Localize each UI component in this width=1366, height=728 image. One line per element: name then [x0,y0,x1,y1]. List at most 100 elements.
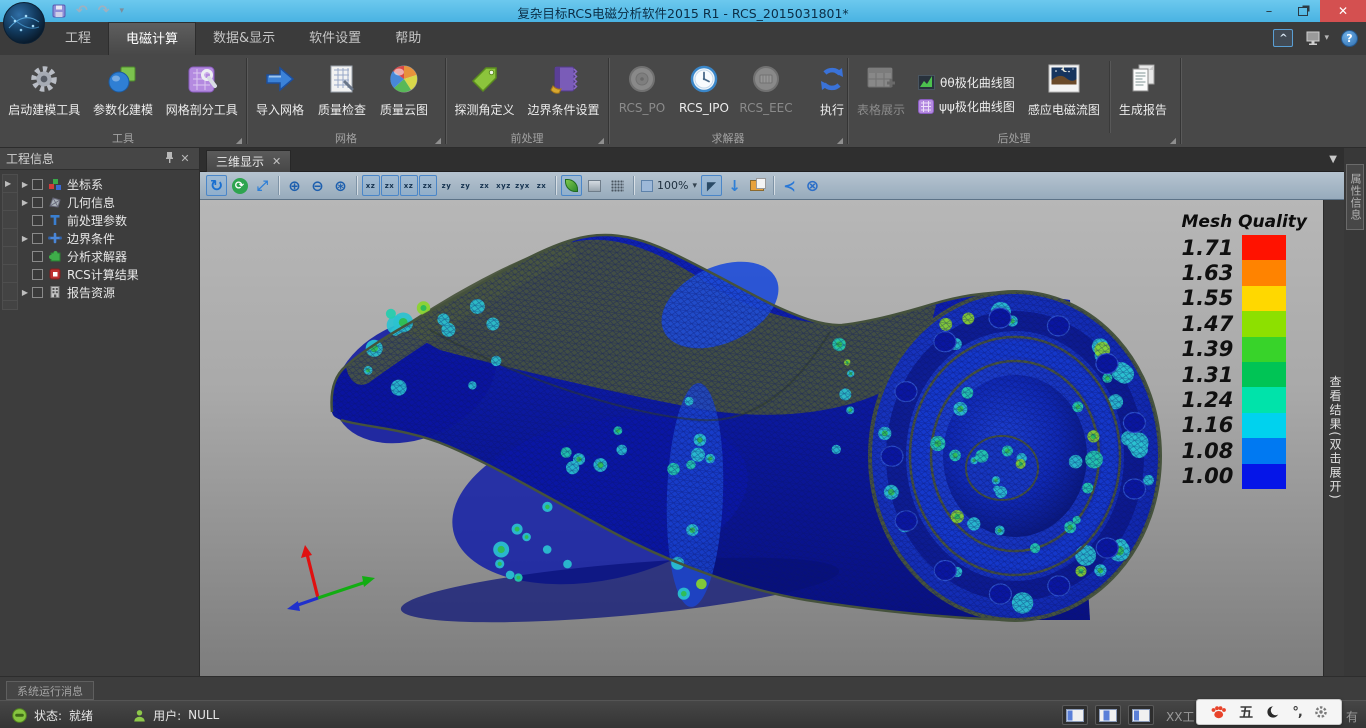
view-orientation-button[interactable]: zy [438,175,456,196]
tree-item-preprocess-params[interactable]: 前处理参数 [18,211,195,229]
mesh-partition-tool-button[interactable]: 网格剖分工具 [159,58,244,130]
shaded-mode-button[interactable] [561,175,582,196]
zoom-level-control[interactable]: 100% ▾ [641,179,697,192]
tab-help[interactable]: 帮助 [378,22,438,55]
root-expander-icon[interactable]: ▶ [5,179,11,188]
boundary-condition-settings-button[interactable]: 边界条件设置 [521,58,606,130]
zoom-out-button[interactable]: ⊖ [307,175,328,196]
minimize-button[interactable]: – [1252,0,1286,22]
ime-settings-gear-icon[interactable] [1314,705,1328,719]
launch-modeling-tool-button[interactable]: 启动建模工具 [2,58,87,130]
tree-item-rcs-results[interactable]: RCS计算结果 [18,265,195,283]
ime-punctuation-toggle[interactable]: °, [1292,705,1301,720]
view-orientation-button[interactable]: xz [362,175,380,196]
parametric-modeling-button[interactable]: 参数化建模 [87,58,160,130]
ime-paw-icon[interactable] [1210,705,1227,719]
close-button[interactable]: ✕ [1320,0,1366,22]
tree-item-geometry-info[interactable]: ▶ 几何信息 [18,193,195,211]
tab-list-dropdown-icon[interactable]: ▼ [1329,154,1337,165]
viewport-3d[interactable]: Mesh Quality 1.71 1.63 1.55 1.47 1.39 1.… [200,200,1323,676]
tab-data-display[interactable]: 数据&显示 [196,22,292,55]
share-link-button[interactable]: ≺ [779,175,800,196]
view-orientation-button[interactable]: xyz [495,175,513,196]
tab-3d-display[interactable]: 三维显示 ✕ [206,150,291,172]
checkbox[interactable] [32,251,43,262]
button-label: 质量云图 [380,101,428,118]
import-mesh-button[interactable]: 导入网格 [249,58,311,130]
ime-moon-icon[interactable] [1266,705,1280,719]
probe-angle-define-button[interactable]: 探测角定义 [448,58,521,130]
collapse-ribbon-button[interactable]: ^ [1273,29,1293,47]
zoom-fit-button[interactable]: ⊛ [330,175,351,196]
legend-swatch [1242,337,1286,362]
solver-rcs-po-button[interactable]: RCS_PO [611,58,673,130]
generate-report-button[interactable]: 生成报告 [1112,58,1174,130]
layers-button[interactable] [747,175,768,196]
view-orientation-button[interactable]: xz [400,175,418,196]
ribbon-group-postprocess: 表格展示 θθ极化曲线图 ψψ极化曲线图 感应电磁流图 生成报告 [848,55,1180,147]
checkbox[interactable] [32,269,43,280]
expander-icon[interactable]: ▶ [18,198,32,207]
display-style-button[interactable]: ▾ [1305,31,1329,46]
dialog-launcher-icon[interactable]: ◢ [1170,136,1176,145]
tab-close-icon[interactable]: ✕ [272,155,281,168]
tree-item-coordinate-system[interactable]: ▶ 坐标系 [18,175,195,193]
layout-left-button[interactable] [1062,705,1088,725]
view-orientation-button[interactable]: zyx [514,175,532,196]
checkbox[interactable] [32,233,43,244]
checkbox[interactable] [32,215,43,226]
pin-icon[interactable] [161,151,177,166]
zoom-window-button[interactable]: ⤢ [252,175,273,196]
quality-check-button[interactable]: 质量检查 [311,58,373,130]
tab-project[interactable]: 工程 [48,22,108,55]
view-orientation-button[interactable]: zx [381,175,399,196]
dialog-launcher-icon[interactable]: ◢ [598,136,604,145]
induction-em-current-map-button[interactable]: 感应电磁流图 [1021,58,1107,130]
toolbar-separator [633,176,634,195]
view-orientation-button[interactable]: zy [457,175,475,196]
tree-item-report-resources[interactable]: ▶ 报告资源 [18,283,195,301]
tree-item-analysis-solver[interactable]: 分析求解器 [18,247,195,265]
solver-rcs-ipo-button[interactable]: RCS_IPO [673,58,735,130]
expander-icon[interactable]: ▶ [18,288,32,297]
solver-rcs-eec-button[interactable]: RCS_EEC [735,58,797,130]
tree-item-boundary-conditions[interactable]: ▶ 边界条件 [18,229,195,247]
dialog-launcher-icon[interactable]: ◢ [236,136,242,145]
zoom-in-button[interactable]: ⊕ [284,175,305,196]
layout-center-button[interactable] [1095,705,1121,725]
zoom-dropdown-icon[interactable]: ▾ [692,181,697,191]
dialog-launcher-icon[interactable]: ◢ [837,136,843,145]
orbit-refresh-button[interactable]: ⟳ [229,175,250,196]
restore-button[interactable] [1286,0,1320,22]
results-tab-label: 查看结果(双击展开) [1327,375,1344,500]
view-corner-button[interactable]: ◤ [701,175,722,196]
view-orientation-button[interactable]: zx [419,175,437,196]
flat-mode-button[interactable] [584,175,605,196]
checkbox[interactable] [32,287,43,298]
theta-polarization-chart-button[interactable]: θθ极化曲线图 [918,74,1015,91]
properties-tab[interactable]: 属性信息 [1346,164,1364,230]
import-view-button[interactable]: ↓ [724,175,745,196]
checkbox[interactable] [32,197,43,208]
3d-model-canvas[interactable] [200,200,1323,676]
psi-polarization-chart-button[interactable]: ψψ极化曲线图 [918,98,1015,115]
wireframe-mode-button[interactable] [607,175,628,196]
results-collapsed-bar[interactable]: 查看结果(双击展开) [1323,200,1344,676]
system-messages-tab[interactable]: 系统运行消息 [6,681,94,700]
close-view-button[interactable]: ⊗ [802,175,823,196]
quality-cloud-map-button[interactable]: 质量云图 [373,58,435,130]
view-orientation-button[interactable]: zx [476,175,494,196]
layout-right-button[interactable] [1128,705,1154,725]
ime-mode-toggle[interactable]: 五 [1239,702,1253,722]
tab-software-settings[interactable]: 软件设置 [292,22,378,55]
expander-icon[interactable]: ▶ [18,234,32,243]
help-button[interactable]: ? [1341,30,1358,47]
tab-em-computation[interactable]: 电磁计算 [108,22,196,55]
view-orientation-button[interactable]: zx [533,175,551,196]
expander-icon[interactable]: ▶ [18,180,32,189]
dialog-launcher-icon[interactable]: ◢ [435,136,441,145]
table-display-button[interactable]: 表格展示 [850,58,912,130]
rotate-view-button[interactable]: ↻ [206,175,227,196]
checkbox[interactable] [32,179,43,190]
panel-close-icon[interactable]: ✕ [177,152,193,165]
